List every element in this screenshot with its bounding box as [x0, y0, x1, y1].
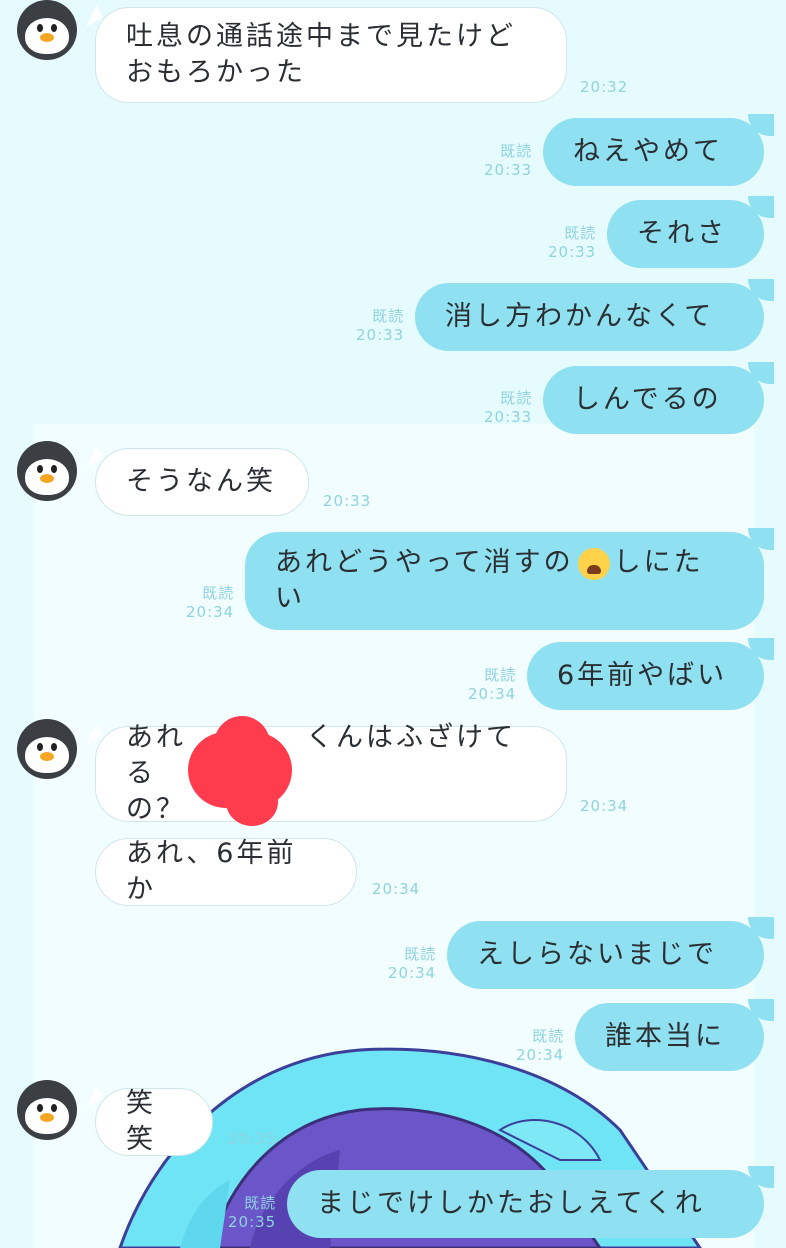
- message-text: あれ、6年前か: [126, 838, 297, 905]
- timestamp: 20:35: [228, 1130, 277, 1148]
- message-meta: 既読 20:33: [484, 142, 532, 180]
- message-text: 誰本当に: [605, 1021, 725, 1052]
- message-text: あれどうやって消すの しにた い: [275, 545, 704, 617]
- message-text: 6年前やばい: [557, 660, 728, 691]
- message-text: それさ: [637, 218, 727, 249]
- message-meta: 既読 20:33: [356, 307, 404, 345]
- message-meta: 20:35: [228, 1130, 276, 1149]
- message-text: 吐息の通話途中まで見たけど おもろかった: [126, 21, 516, 88]
- message-meta: 既読 20:33: [484, 389, 532, 427]
- message-bubble[interactable]: 6年前やばい: [527, 642, 764, 710]
- message-bubble[interactable]: まじでけしかたおしえてくれ: [287, 1170, 764, 1238]
- message-meta: 既読 20:34: [516, 1027, 564, 1065]
- message-bubble[interactable]: 笑笑: [95, 1088, 213, 1156]
- timestamp: 20:34: [388, 964, 437, 982]
- penguin-avatar[interactable]: [17, 0, 77, 60]
- message-meta: 既読 20:34: [468, 666, 516, 704]
- redaction-scribble: [188, 716, 292, 826]
- message-bubble[interactable]: あれ くんはふざけてる の？: [95, 722, 567, 825]
- message-bubble[interactable]: 吐息の通話途中まで見たけど おもろかった: [95, 7, 567, 103]
- timestamp: 20:33: [484, 161, 533, 179]
- message-bubble[interactable]: 誰本当に: [575, 1003, 764, 1071]
- read-receipt: 既読: [500, 142, 533, 160]
- read-receipt: 既読: [484, 666, 517, 684]
- message-meta: 20:34: [580, 797, 628, 816]
- timestamp: 20:34: [580, 797, 629, 815]
- read-receipt: 既読: [244, 1194, 277, 1212]
- message-bubble[interactable]: えしらないまじで: [447, 921, 764, 989]
- message-meta: 20:33: [323, 492, 371, 511]
- message-meta: 既読 20:34: [388, 945, 436, 983]
- message-meta: 20:32: [580, 78, 628, 97]
- read-receipt: 既読: [532, 1027, 565, 1045]
- message-bubble[interactable]: そうなん笑: [95, 448, 309, 516]
- timestamp: 20:34: [468, 685, 517, 703]
- penguin-avatar[interactable]: [17, 719, 77, 779]
- timestamp: 20:34: [372, 880, 421, 898]
- message-meta: 既読 20:34: [186, 584, 234, 622]
- timestamp: 20:33: [323, 492, 372, 510]
- message-bubble[interactable]: 消し方わかんなくて: [415, 283, 764, 351]
- timestamp: 20:34: [186, 603, 235, 621]
- timestamp: 20:33: [356, 326, 405, 344]
- message-text-part: あれどうやって消すの: [275, 547, 574, 578]
- read-receipt: 既読: [500, 389, 533, 407]
- message-bubble[interactable]: しんでるの: [543, 366, 764, 434]
- message-text: しんでるの: [573, 384, 722, 415]
- message-text: 笑笑: [126, 1088, 156, 1155]
- message-bubble[interactable]: あれどうやって消すの しにた い: [245, 532, 764, 630]
- message-bubble[interactable]: それさ: [607, 200, 764, 268]
- timestamp: 20:33: [484, 408, 533, 426]
- message-bubble[interactable]: あれ、6年前か: [95, 838, 357, 906]
- penguin-avatar[interactable]: [17, 1080, 77, 1140]
- message-text: まじでけしかたおしえてくれ: [317, 1188, 705, 1219]
- message-text: 消し方わかんなくて: [445, 301, 715, 332]
- timestamp: 20:32: [580, 78, 629, 96]
- read-receipt: 既読: [404, 945, 437, 963]
- penguin-avatar[interactable]: [17, 441, 77, 501]
- message-text: ねえやめて: [573, 136, 723, 167]
- timestamp: 20:34: [516, 1046, 565, 1064]
- read-receipt: 既読: [372, 307, 405, 325]
- message-meta: 既読 20:33: [548, 224, 596, 262]
- message-bubble[interactable]: ねえやめて: [543, 118, 764, 186]
- message-meta: 既読 20:35: [228, 1194, 276, 1232]
- message-text: そうなん笑: [126, 466, 276, 497]
- message-meta: 20:34: [372, 880, 420, 899]
- read-receipt: 既読: [202, 584, 235, 602]
- read-receipt: 既読: [564, 224, 597, 242]
- message-text: えしらないまじで: [477, 939, 717, 970]
- crying-face-emoji-icon: [577, 547, 610, 580]
- timestamp: 20:35: [228, 1213, 277, 1231]
- timestamp: 20:33: [548, 243, 597, 261]
